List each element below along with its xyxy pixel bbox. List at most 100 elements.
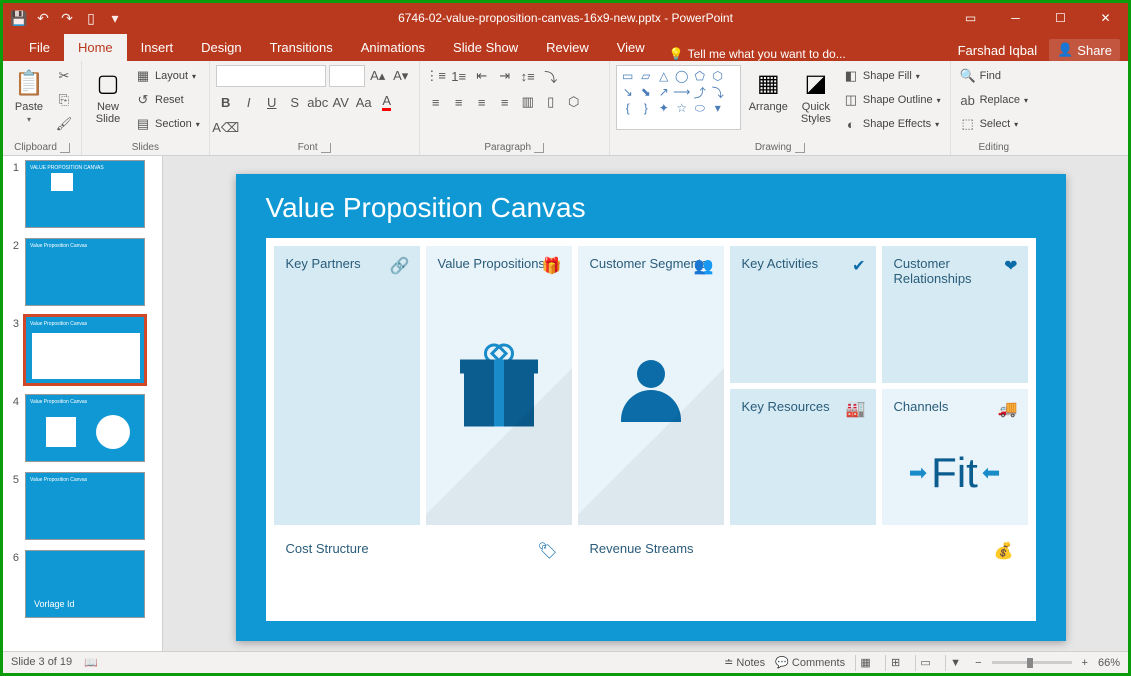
smartart-button[interactable]: ⬡ — [564, 92, 584, 112]
reset-button[interactable]: ↺Reset — [132, 89, 203, 111]
cell-value-propositions[interactable]: Value Propositions 🎁 — [426, 246, 572, 525]
clipboard-dialog-launcher[interactable] — [60, 143, 70, 153]
drawing-dialog-launcher[interactable] — [795, 143, 805, 153]
cell-customer-segments[interactable]: Customer Segments 👥 — [578, 246, 724, 525]
minimize-button[interactable]: ─ — [993, 3, 1038, 33]
tab-home[interactable]: Home — [64, 34, 127, 61]
clear-formatting-button[interactable]: A⌫ — [216, 118, 236, 138]
slide-thumbnail-2[interactable]: Value Proposition Canvas — [25, 238, 145, 306]
select-button[interactable]: ⬚Select▾ — [957, 113, 1031, 135]
user-name[interactable]: Farshad Iqbal — [958, 43, 1038, 58]
tab-animations[interactable]: Animations — [347, 34, 439, 61]
comments-button[interactable]: 💬 Comments — [775, 656, 845, 669]
line-spacing-button[interactable]: ↕≡ — [518, 66, 538, 86]
italic-button[interactable]: I — [239, 92, 259, 112]
tab-view[interactable]: View — [603, 34, 659, 61]
font-color-button[interactable]: A — [377, 92, 397, 112]
text-direction-button[interactable]: ⤵ — [541, 66, 561, 86]
shape-effects-button[interactable]: ◐Shape Effects▾ — [840, 113, 944, 135]
slide-thumbnail-6[interactable]: Vorlage Id — [25, 550, 145, 618]
spell-check-icon[interactable]: 📖 — [84, 656, 98, 669]
increase-font-icon[interactable]: A▴ — [368, 66, 388, 86]
undo-icon[interactable]: ↶ — [35, 10, 51, 26]
slide-canvas[interactable]: Value Proposition Canvas Key Partners 🔗 … — [236, 174, 1066, 641]
section-button[interactable]: ▤Section▾ — [132, 113, 203, 135]
bold-button[interactable]: B — [216, 92, 236, 112]
increase-indent-button[interactable]: ⇥ — [495, 66, 515, 86]
tab-design[interactable]: Design — [187, 34, 255, 61]
shadow-button[interactable]: abc — [308, 92, 328, 112]
paragraph-dialog-launcher[interactable] — [534, 143, 544, 153]
paste-button[interactable]: 📋 Paste ▾ — [9, 65, 49, 126]
tell-me-search[interactable]: 💡 Tell me what you want to do... — [669, 47, 846, 61]
tab-review[interactable]: Review — [532, 34, 603, 61]
quick-styles-button[interactable]: ◪ Quick Styles — [796, 65, 836, 127]
tab-file[interactable]: File — [15, 34, 64, 61]
tab-transitions[interactable]: Transitions — [256, 34, 347, 61]
maximize-button[interactable]: ☐ — [1038, 3, 1083, 33]
shapes-gallery[interactable]: ▭▱△◯⬠⬡ ↘⬊↗⟶⤴⤵ {}✦☆⬭▾ — [616, 65, 741, 130]
slide-indicator[interactable]: Slide 3 of 19 — [11, 656, 72, 669]
layout-button[interactable]: ▦Layout▾ — [132, 65, 203, 87]
new-slide-button[interactable]: ▢ New Slide — [88, 65, 128, 127]
arrange-button[interactable]: ▦ Arrange — [745, 65, 792, 115]
shape-fill-button[interactable]: ◧Shape Fill▾ — [840, 65, 944, 87]
align-text-button[interactable]: ▯ — [541, 92, 561, 112]
slide-sorter-view-button[interactable]: ⊞ — [885, 655, 905, 671]
font-dialog-launcher[interactable] — [321, 143, 331, 153]
cut-button[interactable]: ✂ — [53, 65, 75, 87]
redo-icon[interactable]: ↷ — [59, 10, 75, 26]
tab-insert[interactable]: Insert — [127, 34, 188, 61]
qat-customize-icon[interactable]: ▾ — [107, 10, 123, 26]
numbering-button[interactable]: 1≡ — [449, 66, 469, 86]
cell-channels[interactable]: Channels 🚚 ➡ Fit ⬅ — [882, 389, 1028, 526]
cell-key-partners[interactable]: Key Partners 🔗 — [274, 246, 420, 525]
slideshow-view-button[interactable]: ▼ — [945, 655, 965, 671]
zoom-in-button[interactable]: + — [1082, 657, 1088, 669]
zoom-out-button[interactable]: − — [975, 657, 981, 669]
tab-slideshow[interactable]: Slide Show — [439, 34, 532, 61]
slide-thumbnail-3[interactable]: Value Proposition Canvas — [25, 316, 145, 384]
copy-button[interactable]: ⎘ — [53, 89, 75, 111]
font-family-select[interactable] — [216, 65, 326, 87]
close-button[interactable]: ✕ — [1083, 3, 1128, 33]
zoom-slider[interactable] — [992, 661, 1072, 664]
new-slide-icon: ▢ — [92, 67, 124, 99]
character-spacing-button[interactable]: AV — [331, 92, 351, 112]
find-button[interactable]: 🔍Find — [957, 65, 1031, 87]
slide-thumbnail-4[interactable]: Value Proposition Canvas — [25, 394, 145, 462]
slide-editor[interactable]: Value Proposition Canvas Key Partners 🔗 … — [163, 156, 1128, 651]
underline-button[interactable]: U — [262, 92, 282, 112]
reading-view-button[interactable]: ▭ — [915, 655, 935, 671]
cell-cost-structure[interactable]: Cost Structure 🏷 — [274, 531, 572, 613]
share-button[interactable]: 👤 Share — [1049, 39, 1120, 61]
cell-revenue-streams[interactable]: Revenue Streams 💰 — [578, 531, 1028, 613]
justify-button[interactable]: ≡ — [495, 92, 515, 112]
replace-button[interactable]: abReplace▾ — [957, 89, 1031, 111]
decrease-indent-button[interactable]: ⇤ — [472, 66, 492, 86]
bullets-button[interactable]: ⋮≡ — [426, 66, 446, 86]
fit-label: ➡ Fit ⬅ — [909, 449, 1001, 497]
decrease-font-icon[interactable]: A▾ — [391, 66, 411, 86]
start-from-beginning-icon[interactable]: ▯ — [83, 10, 99, 26]
slide-thumbnail-5[interactable]: Value Proposition Canvas — [25, 472, 145, 540]
shape-outline-button[interactable]: ◫Shape Outline▾ — [840, 89, 944, 111]
change-case-button[interactable]: Aa — [354, 92, 374, 112]
cell-key-resources[interactable]: Key Resources 🏭 — [730, 389, 876, 526]
zoom-level[interactable]: 66% — [1098, 657, 1120, 669]
font-size-select[interactable] — [329, 65, 365, 87]
format-painter-button[interactable]: 🖌 — [53, 113, 75, 135]
align-right-button[interactable]: ≡ — [472, 92, 492, 112]
cell-key-activities[interactable]: Key Activities ✔ — [730, 246, 876, 383]
align-left-button[interactable]: ≡ — [426, 92, 446, 112]
cell-customer-relationships[interactable]: Customer Relationships ❤ — [882, 246, 1028, 383]
normal-view-button[interactable]: ▦ — [855, 655, 875, 671]
columns-button[interactable]: ▥ — [518, 92, 538, 112]
notes-button[interactable]: ≐ Notes — [724, 656, 765, 669]
save-icon[interactable]: 💾 — [11, 10, 27, 26]
slide-thumbnail-1[interactable]: VALUE PROPOSITION CANVAS — [25, 160, 145, 228]
align-center-button[interactable]: ≡ — [449, 92, 469, 112]
ribbon-options-icon[interactable]: ▭ — [948, 3, 993, 33]
slide-title[interactable]: Value Proposition Canvas — [266, 192, 1036, 224]
strikethrough-button[interactable]: S — [285, 92, 305, 112]
